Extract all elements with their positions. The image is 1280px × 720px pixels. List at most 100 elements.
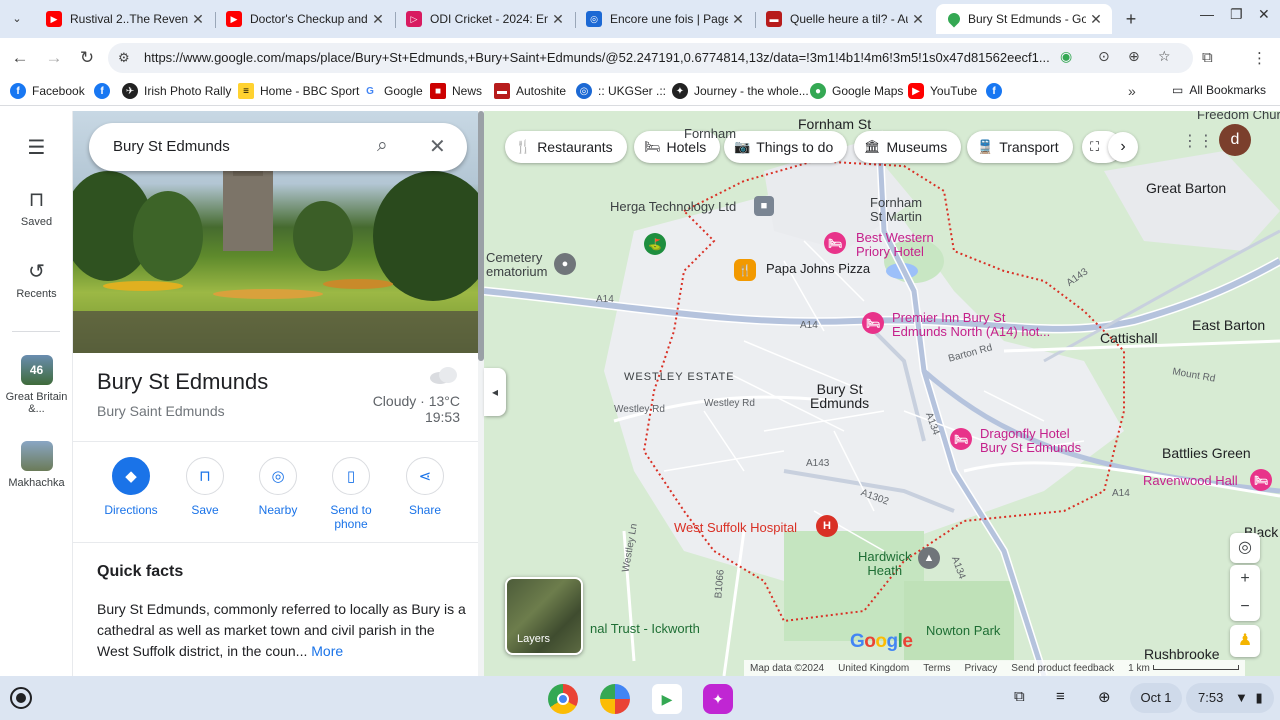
tab-close-icon[interactable]: ✕ (188, 11, 208, 28)
menu-icon[interactable]: ⋮ (1252, 49, 1267, 67)
hospital-pin-icon[interactable]: H (816, 515, 838, 537)
place-panel: Bury St Edmunds ⌕ ✕ Bury St Edmunds Bury… (73, 111, 478, 676)
bookmark-google-maps[interactable]: ● Google Maps (810, 83, 903, 99)
tab-search-dropdown-icon[interactable]: ⌄ (6, 8, 28, 30)
share-button[interactable]: ⋖ Share (388, 457, 462, 517)
business-pin-icon[interactable]: ■ (754, 196, 774, 216)
chips-next-icon[interactable]: › (1108, 132, 1138, 162)
attraction-pin-icon[interactable]: ⛳ (644, 233, 666, 255)
chip-things-to-do[interactable]: 📷 Things to do (724, 131, 848, 163)
send-to-phone-button[interactable]: ▯ Send to phone (314, 457, 388, 531)
chip-transport[interactable]: 🚆 Transport (967, 131, 1073, 163)
bookmark-news[interactable]: ■ News (430, 83, 482, 99)
all-bookmarks[interactable]: ▭ All Bookmarks (1172, 83, 1266, 97)
minimize-icon[interactable]: — (1200, 6, 1214, 22)
recents-button[interactable]: ↺ Recents (0, 259, 73, 300)
maps-icon[interactable]: ◉ (1060, 48, 1072, 65)
close-icon[interactable]: ✕ (429, 134, 446, 159)
bookmark-youtube[interactable]: ▶ YouTube (908, 83, 977, 99)
add-icon[interactable]: ⊕ (1098, 688, 1111, 706)
site-info-icon[interactable]: ⚙ (118, 50, 130, 66)
search-icon[interactable]: ⌕ (377, 135, 388, 157)
tab-odi-cricket[interactable]: ▷ ODI Cricket - 2024: Eng ✕ (396, 4, 574, 34)
bookmark-journey[interactable]: ✦ Journey - the whole... (672, 83, 809, 99)
location-icon[interactable]: ⊙ (1098, 48, 1110, 65)
zoom-icon[interactable]: ⊕ (1128, 48, 1140, 65)
tab-close-icon[interactable]: ✕ (908, 11, 928, 28)
bookmark-facebook-2[interactable]: f (94, 83, 116, 99)
back-icon[interactable]: ← (8, 46, 32, 70)
nearby-button[interactable]: ◎ Nearby (241, 457, 315, 517)
chip-restaurants[interactable]: 🍴 Restaurants (505, 131, 627, 163)
system-tray[interactable]: 7:53 ▼ ▮ (1186, 683, 1274, 713)
collapse-panel-icon[interactable]: ◂ (484, 368, 506, 416)
recent-makhachka[interactable]: Makhachka (0, 441, 73, 489)
tab-close-icon[interactable]: ✕ (548, 11, 568, 28)
my-location-icon[interactable]: ◎ (1230, 533, 1260, 563)
hotel-pin-icon[interactable]: 🛏 (862, 312, 884, 334)
save-button[interactable]: ⊓ Save (168, 457, 242, 517)
tab-close-icon[interactable]: ✕ (368, 11, 388, 28)
bookmarks-overflow-icon[interactable]: » (1128, 83, 1136, 99)
battery-icon: ▮ (1255, 690, 1263, 705)
reload-icon[interactable]: ↻ (75, 46, 99, 70)
address-bar[interactable]: ⚙ https://www.google.com/maps/place/Bury… (108, 43, 1193, 73)
search-input[interactable]: Bury St Edmunds (113, 138, 230, 155)
bookmark-irish-photo-rally[interactable]: ✈ Irish Photo Rally (122, 83, 231, 99)
tab-rustival[interactable]: ▶ Rustival 2..The Revenge ✕ (36, 4, 214, 34)
recent-great-britain[interactable]: 46 Great Britain &... (0, 355, 73, 415)
tab-close-icon[interactable]: ✕ (1086, 11, 1106, 28)
chip-museums[interactable]: 🏛 Museums (854, 131, 962, 163)
tab-bury-st-edmunds[interactable]: Bury St Edmunds - Goo ✕ (936, 4, 1112, 34)
bookmark-bbc-sport[interactable]: ≡ Home - BBC Sport (238, 83, 359, 99)
bookmark-ukgser[interactable]: ◎:: UKGSer .:: (576, 83, 666, 99)
scale-bar[interactable]: 1 km (1128, 663, 1239, 674)
url-text[interactable]: https://www.google.com/maps/place/Bury+S… (144, 50, 1064, 65)
feedback-link[interactable]: Send product feedback (1011, 663, 1114, 674)
restore-icon[interactable]: ❐ (1230, 6, 1243, 23)
bookmark-star-icon[interactable]: ☆ (1158, 48, 1171, 65)
map-canvas[interactable]: 🍴 Restaurants 🛏 Hotels 📷 Things to do 🏛 Muse… (484, 111, 1280, 676)
hotel-pin-icon[interactable]: 🛏 (824, 232, 846, 254)
bookmark-autoshite[interactable]: ▬ Autoshite (494, 83, 566, 99)
cemetery-pin-icon[interactable]: ● (554, 253, 576, 275)
account-avatar[interactable]: d (1219, 124, 1251, 156)
play-store-icon[interactable]: ▶ (652, 684, 682, 714)
pegman-icon[interactable]: ♟ (1230, 625, 1260, 657)
photos-icon[interactable] (600, 684, 630, 714)
quick-facts-text: Bury St Edmunds, commonly referred to lo… (97, 601, 466, 659)
hotel-pin-icon[interactable]: 🛏 (1250, 469, 1272, 491)
launcher-icon[interactable] (10, 687, 32, 709)
search-box[interactable]: Bury St Edmunds ⌕ ✕ (89, 123, 467, 171)
tab-close-icon[interactable]: ✕ (728, 11, 748, 28)
bookmark-google[interactable]: G Google (362, 83, 423, 99)
tab-doctors-checkup[interactable]: ▶ Doctor's Checkup and T ✕ (216, 4, 394, 34)
hotel-pin-icon[interactable]: 🛏 (950, 428, 972, 450)
app-icon[interactable]: ✦ (703, 684, 733, 714)
school-pin-icon[interactable]: ▲ (918, 547, 940, 569)
forward-icon[interactable]: → (42, 46, 66, 70)
saved-button[interactable]: ⊓ Saved (0, 187, 73, 228)
media-icon[interactable]: ≡ (1056, 688, 1065, 705)
transit-icon: 🚆 (977, 139, 994, 154)
bookmark-facebook[interactable]: f Facebook (10, 83, 85, 99)
zoom-out-icon[interactable]: − (1230, 593, 1260, 621)
new-tab-button[interactable]: + (1120, 8, 1142, 30)
bookmark-facebook-3[interactable]: f (986, 83, 1008, 99)
restaurant-pin-icon[interactable]: 🍴 (734, 259, 756, 281)
directions-button[interactable]: ◆ Directions (94, 457, 168, 517)
close-window-icon[interactable]: ✕ (1258, 6, 1270, 23)
more-link[interactable]: More (311, 643, 343, 659)
privacy-link[interactable]: Privacy (964, 663, 997, 674)
tote-icon[interactable]: ⧉ (1014, 688, 1025, 705)
extensions-icon[interactable]: ⧉ (1202, 49, 1213, 66)
terms-link[interactable]: Terms (923, 663, 950, 674)
date-display[interactable]: Oct 1 (1130, 683, 1182, 713)
tab-encore-une-fois[interactable]: ◎ Encore une fois | Page ✕ (576, 4, 754, 34)
tab-quelle-heure[interactable]: ▬ Quelle heure a til? - Aut ✕ (756, 4, 934, 34)
menu-button[interactable]: ☰ (0, 135, 73, 164)
layers-button[interactable]: Layers (505, 577, 583, 655)
country-link[interactable]: United Kingdom (838, 663, 909, 674)
zoom-in-icon[interactable]: + (1230, 565, 1260, 593)
chrome-icon[interactable] (548, 684, 578, 714)
